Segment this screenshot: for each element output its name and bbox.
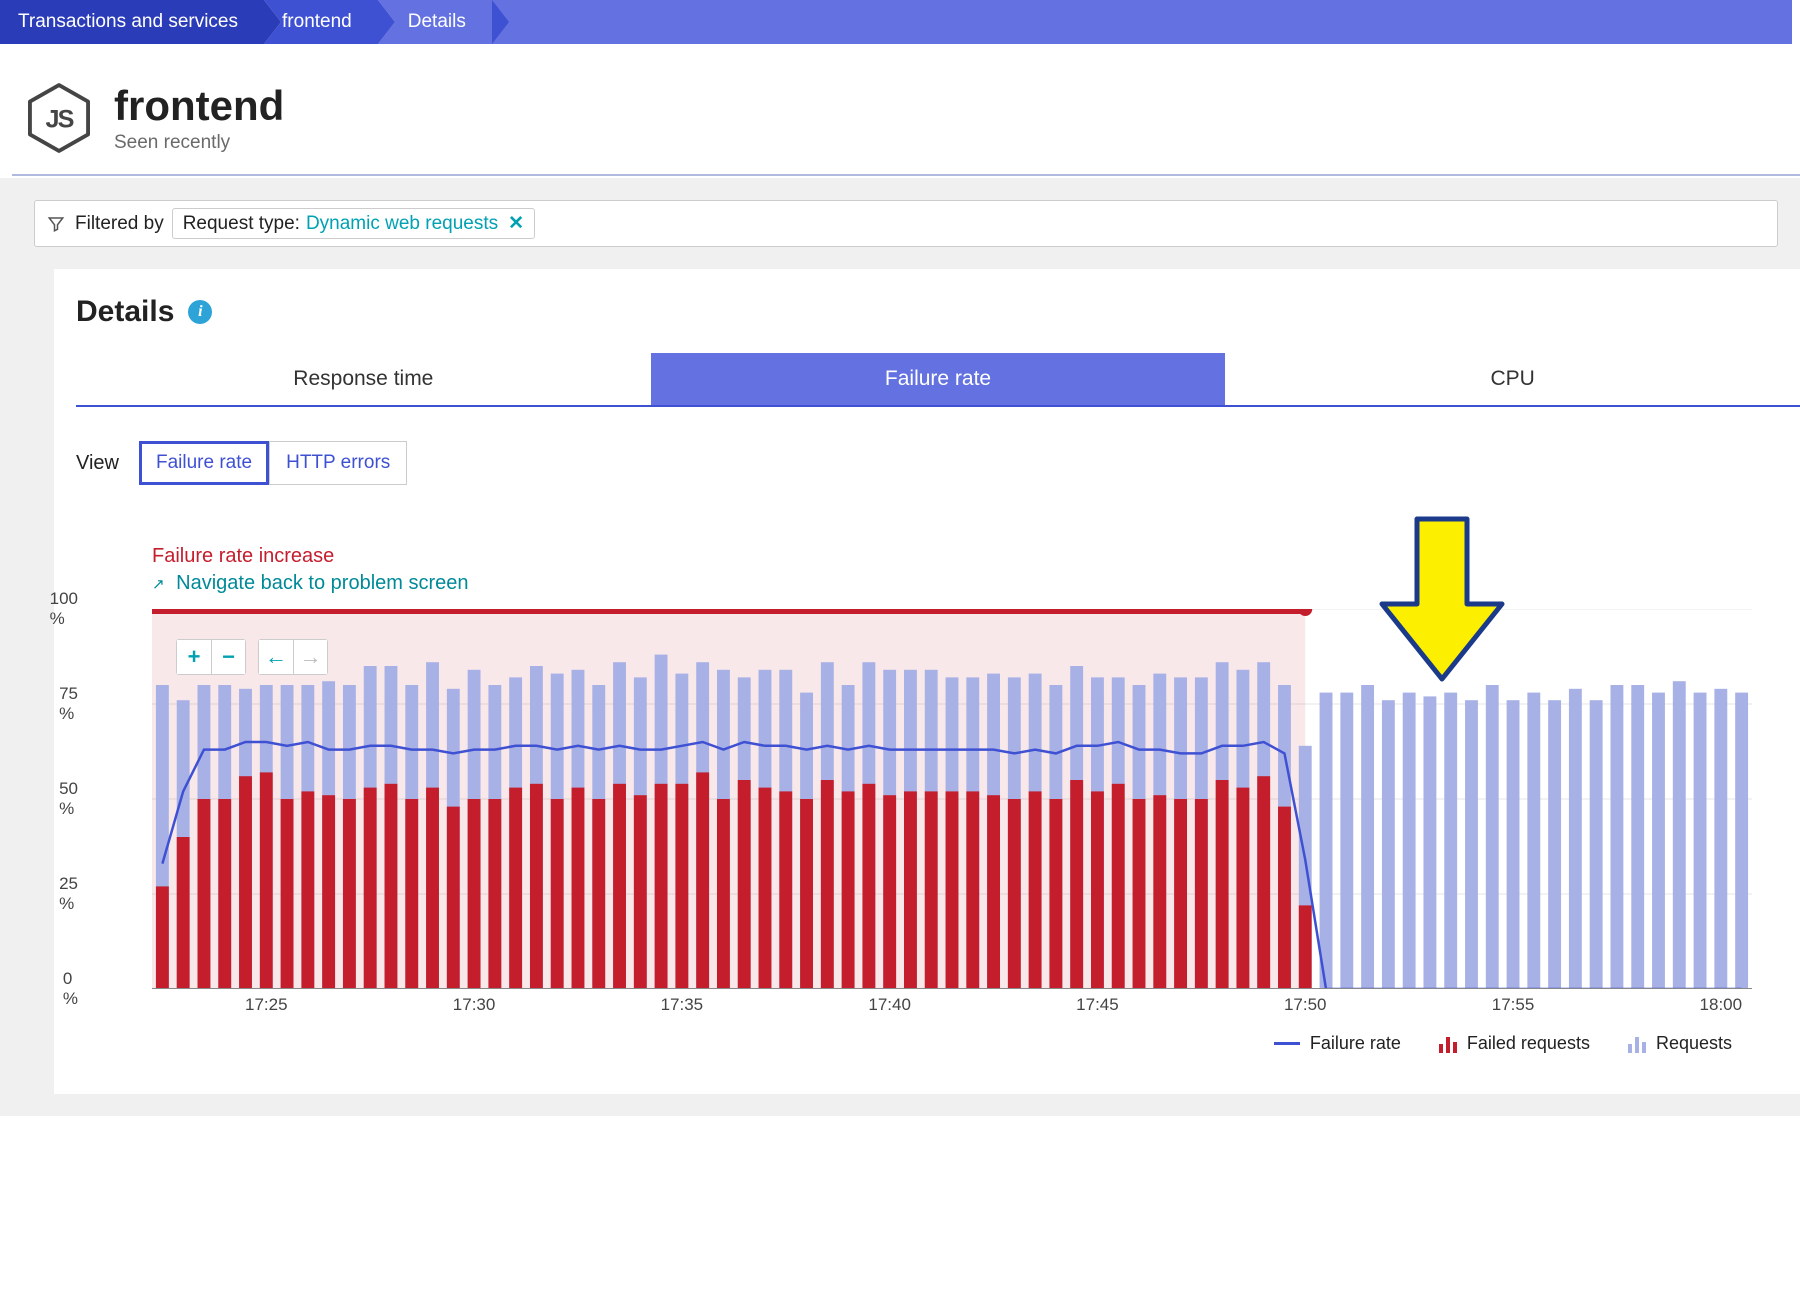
pan-right-button[interactable]: →	[293, 640, 327, 674]
view-http-errors[interactable]: HTTP errors	[269, 441, 407, 485]
nodejs-icon: JS	[28, 83, 90, 153]
plot-wrap: 0 %25 %50 %75 %100 % + − ← →	[152, 609, 1772, 989]
legend-line-label: Failure rate	[1310, 1033, 1401, 1054]
failure-rate-chart[interactable]	[152, 609, 1752, 989]
view-failure-rate[interactable]: Failure rate	[139, 441, 269, 485]
legend-failed-label: Failed requests	[1467, 1033, 1590, 1054]
attention-arrow-icon	[1377, 514, 1507, 684]
chart-legend: Failure rate Failed requests Requests	[152, 1033, 1732, 1054]
details-heading-text: Details	[76, 295, 174, 329]
legend-failed-requests: Failed requests	[1439, 1033, 1590, 1054]
x-tick: 17:45	[1076, 995, 1119, 1015]
x-tick: 17:40	[868, 995, 911, 1015]
metric-tabs: Response time Failure rate CPU	[76, 353, 1800, 407]
filter-chip-label: Request type:	[183, 213, 300, 235]
legend-requests-label: Requests	[1656, 1033, 1732, 1054]
y-tick: 0 %	[63, 969, 78, 1009]
x-tick: 17:35	[661, 995, 704, 1015]
x-tick: 18:00	[1700, 995, 1743, 1015]
crumb-frontend[interactable]: frontend	[264, 0, 378, 44]
svg-text:JS: JS	[46, 106, 74, 134]
chart-anno-link-text: Navigate back to problem screen	[176, 572, 468, 594]
x-tick: 17:55	[1492, 995, 1535, 1015]
x-tick: 17:50	[1284, 995, 1327, 1015]
view-bar: View Failure rate HTTP errors	[76, 441, 1800, 485]
view-segmented: Failure rate HTTP errors	[139, 441, 407, 485]
info-icon[interactable]: i	[188, 300, 212, 324]
page-title: frontend	[114, 82, 284, 130]
tab-failure-rate[interactable]: Failure rate	[651, 353, 1226, 405]
filter-icon	[47, 215, 65, 233]
tab-response-time[interactable]: Response time	[76, 353, 651, 405]
crumb-details[interactable]: Details	[378, 0, 492, 44]
external-link-icon: ↗	[152, 576, 165, 593]
filter-chip-value: Dynamic web requests	[306, 213, 498, 235]
breadcrumb-fill	[492, 0, 1792, 44]
legend-line-swatch	[1274, 1042, 1300, 1045]
header-rule	[12, 174, 1800, 176]
tab-cpu[interactable]: CPU	[1225, 353, 1800, 405]
filter-prefix: Filtered by	[75, 213, 164, 235]
filter-panel: Filtered by Request type: Dynamic web re…	[0, 178, 1800, 1116]
zoom-out-button[interactable]: −	[211, 640, 245, 674]
chart-anno-link[interactable]: ↗ Navigate back to problem screen	[152, 572, 1772, 595]
y-tick: 50 %	[59, 779, 78, 819]
x-tick: 17:25	[245, 995, 288, 1015]
details-heading: Details i	[76, 295, 1800, 329]
chart-zone: Failure rate increase ↗ Navigate back to…	[152, 545, 1772, 1054]
chart-toolbar: + − ← →	[176, 639, 328, 675]
chart-anno-title: Failure rate increase	[152, 545, 1772, 568]
crumb-transactions[interactable]: Transactions and services	[0, 0, 264, 44]
zoom-group: + −	[176, 639, 246, 675]
pan-left-button[interactable]: ←	[259, 640, 293, 674]
filter-chip-remove-icon[interactable]: ✕	[508, 212, 524, 235]
legend-requests: Requests	[1628, 1033, 1732, 1054]
legend-failed-swatch	[1439, 1035, 1457, 1053]
zoom-in-button[interactable]: +	[177, 640, 211, 674]
view-label: View	[76, 452, 119, 475]
filter-chip[interactable]: Request type: Dynamic web requests ✕	[172, 208, 535, 239]
chart-x-axis: 17:25 17:30 17:35 17:40 17:45 17:50 17:55 18:00	[152, 989, 1772, 1019]
details-card: Details i Response time Failure rate CPU…	[54, 269, 1800, 1094]
y-tick: 100 %	[50, 589, 78, 629]
page-subtitle: Seen recently	[114, 132, 284, 154]
legend-failure-rate: Failure rate	[1274, 1033, 1401, 1054]
y-tick: 75 %	[59, 684, 78, 724]
breadcrumb: Transactions and services frontend Detai…	[0, 0, 1792, 44]
filter-bar[interactable]: Filtered by Request type: Dynamic web re…	[34, 200, 1778, 247]
legend-requests-swatch	[1628, 1035, 1646, 1053]
y-tick: 25 %	[59, 874, 78, 914]
page-header: JS frontend Seen recently	[0, 44, 1800, 174]
pan-group: ← →	[258, 639, 328, 675]
x-tick: 17:30	[453, 995, 496, 1015]
